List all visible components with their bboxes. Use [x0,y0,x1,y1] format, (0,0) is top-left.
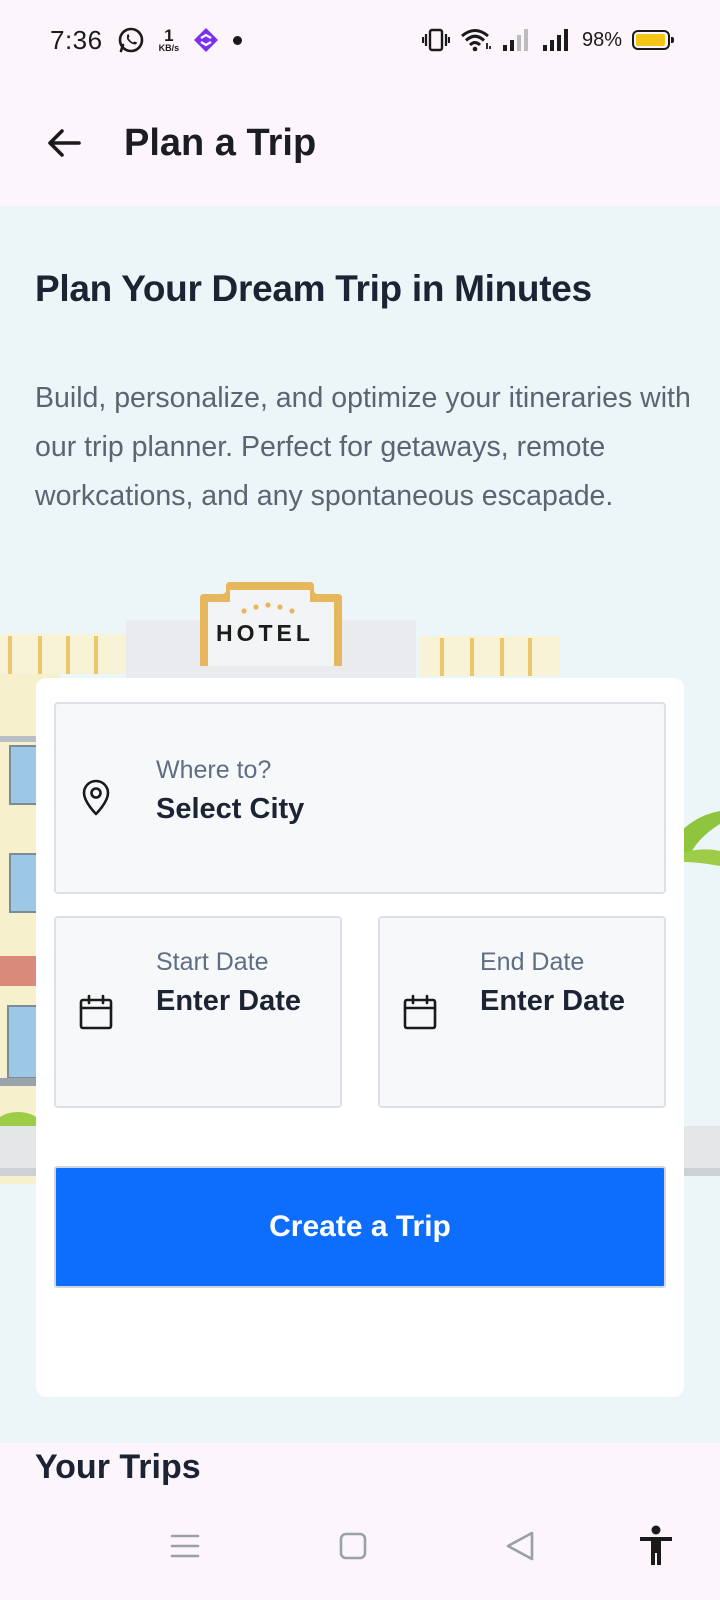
system-nav-bar [0,1490,720,1600]
wifi-icon [460,27,492,53]
net-speed-indicator: 1 KB/s [159,27,180,53]
status-bar: 7:36 1 KB/s 98% [0,0,720,80]
hero-title: Plan Your Dream Trip in Minutes [35,268,592,309]
hero-description: Build, personalize, and optimize your it… [35,382,691,512]
calendar-icon [79,994,113,1030]
end-date-field[interactable]: End Date Enter Date [378,916,666,1108]
arrow-left-icon [48,129,81,157]
city-field-value: Select City [156,793,305,825]
battery-percent: 98% [581,28,622,51]
signal-strong-icon [542,28,572,52]
trip-form-card: Where to? Select City Start Date Enter D… [36,678,684,1397]
location-pin-icon [82,779,110,816]
end-date-label: End Date [480,948,585,976]
start-date-label: Start Date [156,948,269,976]
net-speed-value: 1 [164,26,174,45]
whatsapp-icon [117,26,145,54]
signal-weak-icon [502,28,532,52]
start-date-text: Start Date Enter Date [156,948,326,1026]
status-time: 7:36 [50,24,103,55]
app-notification-icon [193,27,219,53]
calendar-icon [403,994,437,1030]
city-field-text: Where to? Select City [156,756,304,834]
nav-accessibility-button[interactable] [628,1518,684,1574]
hero-section: Plan Your Dream Trip in Minutes Build, p… [0,206,720,1443]
start-date-field[interactable]: Start Date Enter Date [54,916,342,1108]
app-bar: Plan a Trip [0,80,720,206]
battery-icon [632,30,674,50]
vibrate-icon [421,27,450,53]
end-date-text: End Date Enter Date [480,948,650,1026]
city-field-label: Where to? [156,756,272,784]
create-trip-button[interactable]: Create a Trip [54,1166,666,1288]
back-triangle-icon [506,1531,534,1561]
nav-menu-button[interactable] [157,1518,213,1574]
your-trips-heading: Your Trips [35,1448,201,1486]
city-field[interactable]: Where to? Select City [54,702,666,894]
battery-fill [636,34,666,46]
net-speed-unit: KB/s [158,43,180,53]
accessibility-icon [640,1525,672,1565]
page-title: Plan a Trip [124,121,317,164]
home-square-icon [339,1532,367,1560]
start-date-value: Enter Date [156,985,302,1017]
end-date-value: Enter Date [480,985,626,1017]
menu-icon [170,1534,200,1558]
hotel-sign-text: HOTEL [216,620,314,646]
nav-home-button[interactable] [325,1518,381,1574]
notification-dot [233,35,243,45]
nav-back-button[interactable] [492,1518,548,1574]
back-button[interactable] [40,119,88,167]
